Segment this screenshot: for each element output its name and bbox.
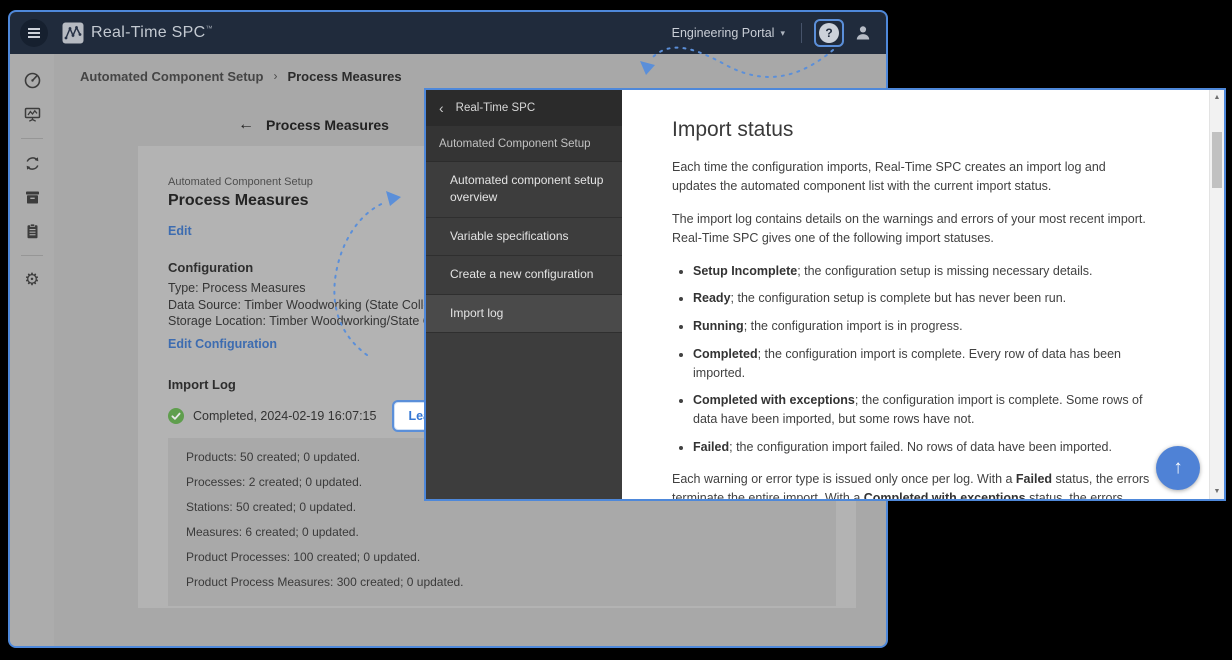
import-status-item: Running; the configuration import is in … <box>693 317 1150 336</box>
left-icon-rail: ⚙ <box>10 54 54 646</box>
clipboard-icon[interactable] <box>22 221 42 241</box>
rail-divider <box>21 255 43 256</box>
archive-icon[interactable] <box>22 187 42 207</box>
page-title: Process Measures <box>266 117 389 133</box>
sync-icon[interactable] <box>22 153 42 173</box>
help-nav-item[interactable]: Variable specifications <box>426 218 622 256</box>
gauge-icon[interactable] <box>22 70 42 90</box>
portal-dropdown[interactable]: Engineering Portal ▾ <box>672 26 785 40</box>
menu-icon[interactable] <box>20 19 48 47</box>
scrollbar[interactable]: ▲ ▼ <box>1209 90 1224 499</box>
import-status-item: Completed; the configuration import is c… <box>693 345 1150 383</box>
import-status-list: Setup Incomplete; the configuration setu… <box>672 262 1150 457</box>
help-nav-back-label: Real-Time SPC <box>456 102 535 114</box>
help-nav: ‹ Real-Time SPC Automated Component Setu… <box>426 90 622 499</box>
back-arrow-icon[interactable]: ← <box>238 116 254 134</box>
import-stat-line: Product Processes: 100 created; 0 update… <box>186 550 818 564</box>
chevron-left-icon: ‹ <box>439 100 444 116</box>
scrollbar-thumb[interactable] <box>1212 132 1222 188</box>
rail-divider <box>21 138 43 139</box>
top-bar: Real-Time SPC™ Engineering Portal ▾ ? <box>10 12 886 54</box>
help-nav-item[interactable]: Import log <box>426 295 622 333</box>
help-paragraph: The import log contains details on the w… <box>672 210 1150 249</box>
help-title: Import status <box>672 118 1150 142</box>
arrow-up-icon: ↑ <box>1173 457 1183 479</box>
breadcrumb-separator: › <box>273 69 277 83</box>
topbar-divider <box>801 23 802 43</box>
logo-mark-icon <box>62 22 84 44</box>
presentation-chart-icon[interactable] <box>22 104 42 124</box>
import-stat-line: Product Process Measures: 300 created; 0… <box>186 575 818 589</box>
app-title: Real-Time SPC™ <box>91 24 213 42</box>
import-stat-line: Stations: 50 created; 0 updated. <box>186 500 818 514</box>
help-paragraph: Each warning or error type is issued onl… <box>672 470 1150 500</box>
check-circle-icon <box>168 408 184 424</box>
help-nav-item[interactable]: Create a new configuration <box>426 256 622 294</box>
import-status-item: Ready; the configuration setup is comple… <box>693 289 1150 308</box>
help-nav-item[interactable]: Automated component setup overview <box>426 162 622 218</box>
edit-configuration-link[interactable]: Edit Configuration <box>168 337 277 351</box>
scrollbar-down-icon[interactable]: ▼ <box>1210 488 1224 495</box>
help-nav-section-label: Automated Component Setup <box>426 126 622 162</box>
breadcrumb-current: Process Measures <box>287 69 401 84</box>
import-status-item: Failed; the configuration import failed.… <box>693 438 1150 457</box>
help-nav-items: Automated component setup overview Varia… <box>426 162 622 333</box>
help-content: Import status Each time the configuratio… <box>622 90 1224 499</box>
help-panel: ‹ Real-Time SPC Automated Component Setu… <box>424 88 1226 501</box>
import-status-text: Completed, 2024-02-19 16:07:15 <box>193 409 376 423</box>
scroll-to-top-button[interactable]: ↑ <box>1156 446 1200 490</box>
import-status-item: Setup Incomplete; the configuration setu… <box>693 262 1150 281</box>
import-stat-line: Measures: 6 created; 0 updated. <box>186 525 818 539</box>
user-icon[interactable] <box>854 24 872 42</box>
import-status-item: Completed with exceptions; the configura… <box>693 391 1150 429</box>
help-paragraph: Each time the configuration imports, Rea… <box>672 158 1150 197</box>
breadcrumb-parent[interactable]: Automated Component Setup <box>80 69 263 84</box>
edit-link[interactable]: Edit <box>168 224 192 238</box>
scrollbar-up-icon[interactable]: ▲ <box>1210 94 1224 101</box>
chevron-down-icon: ▾ <box>780 28 785 39</box>
gear-icon[interactable]: ⚙ <box>22 270 42 290</box>
portal-label: Engineering Portal <box>672 26 775 40</box>
help-button[interactable]: ? <box>814 19 844 47</box>
help-icon: ? <box>819 23 839 43</box>
help-nav-back[interactable]: ‹ Real-Time SPC <box>426 90 622 126</box>
